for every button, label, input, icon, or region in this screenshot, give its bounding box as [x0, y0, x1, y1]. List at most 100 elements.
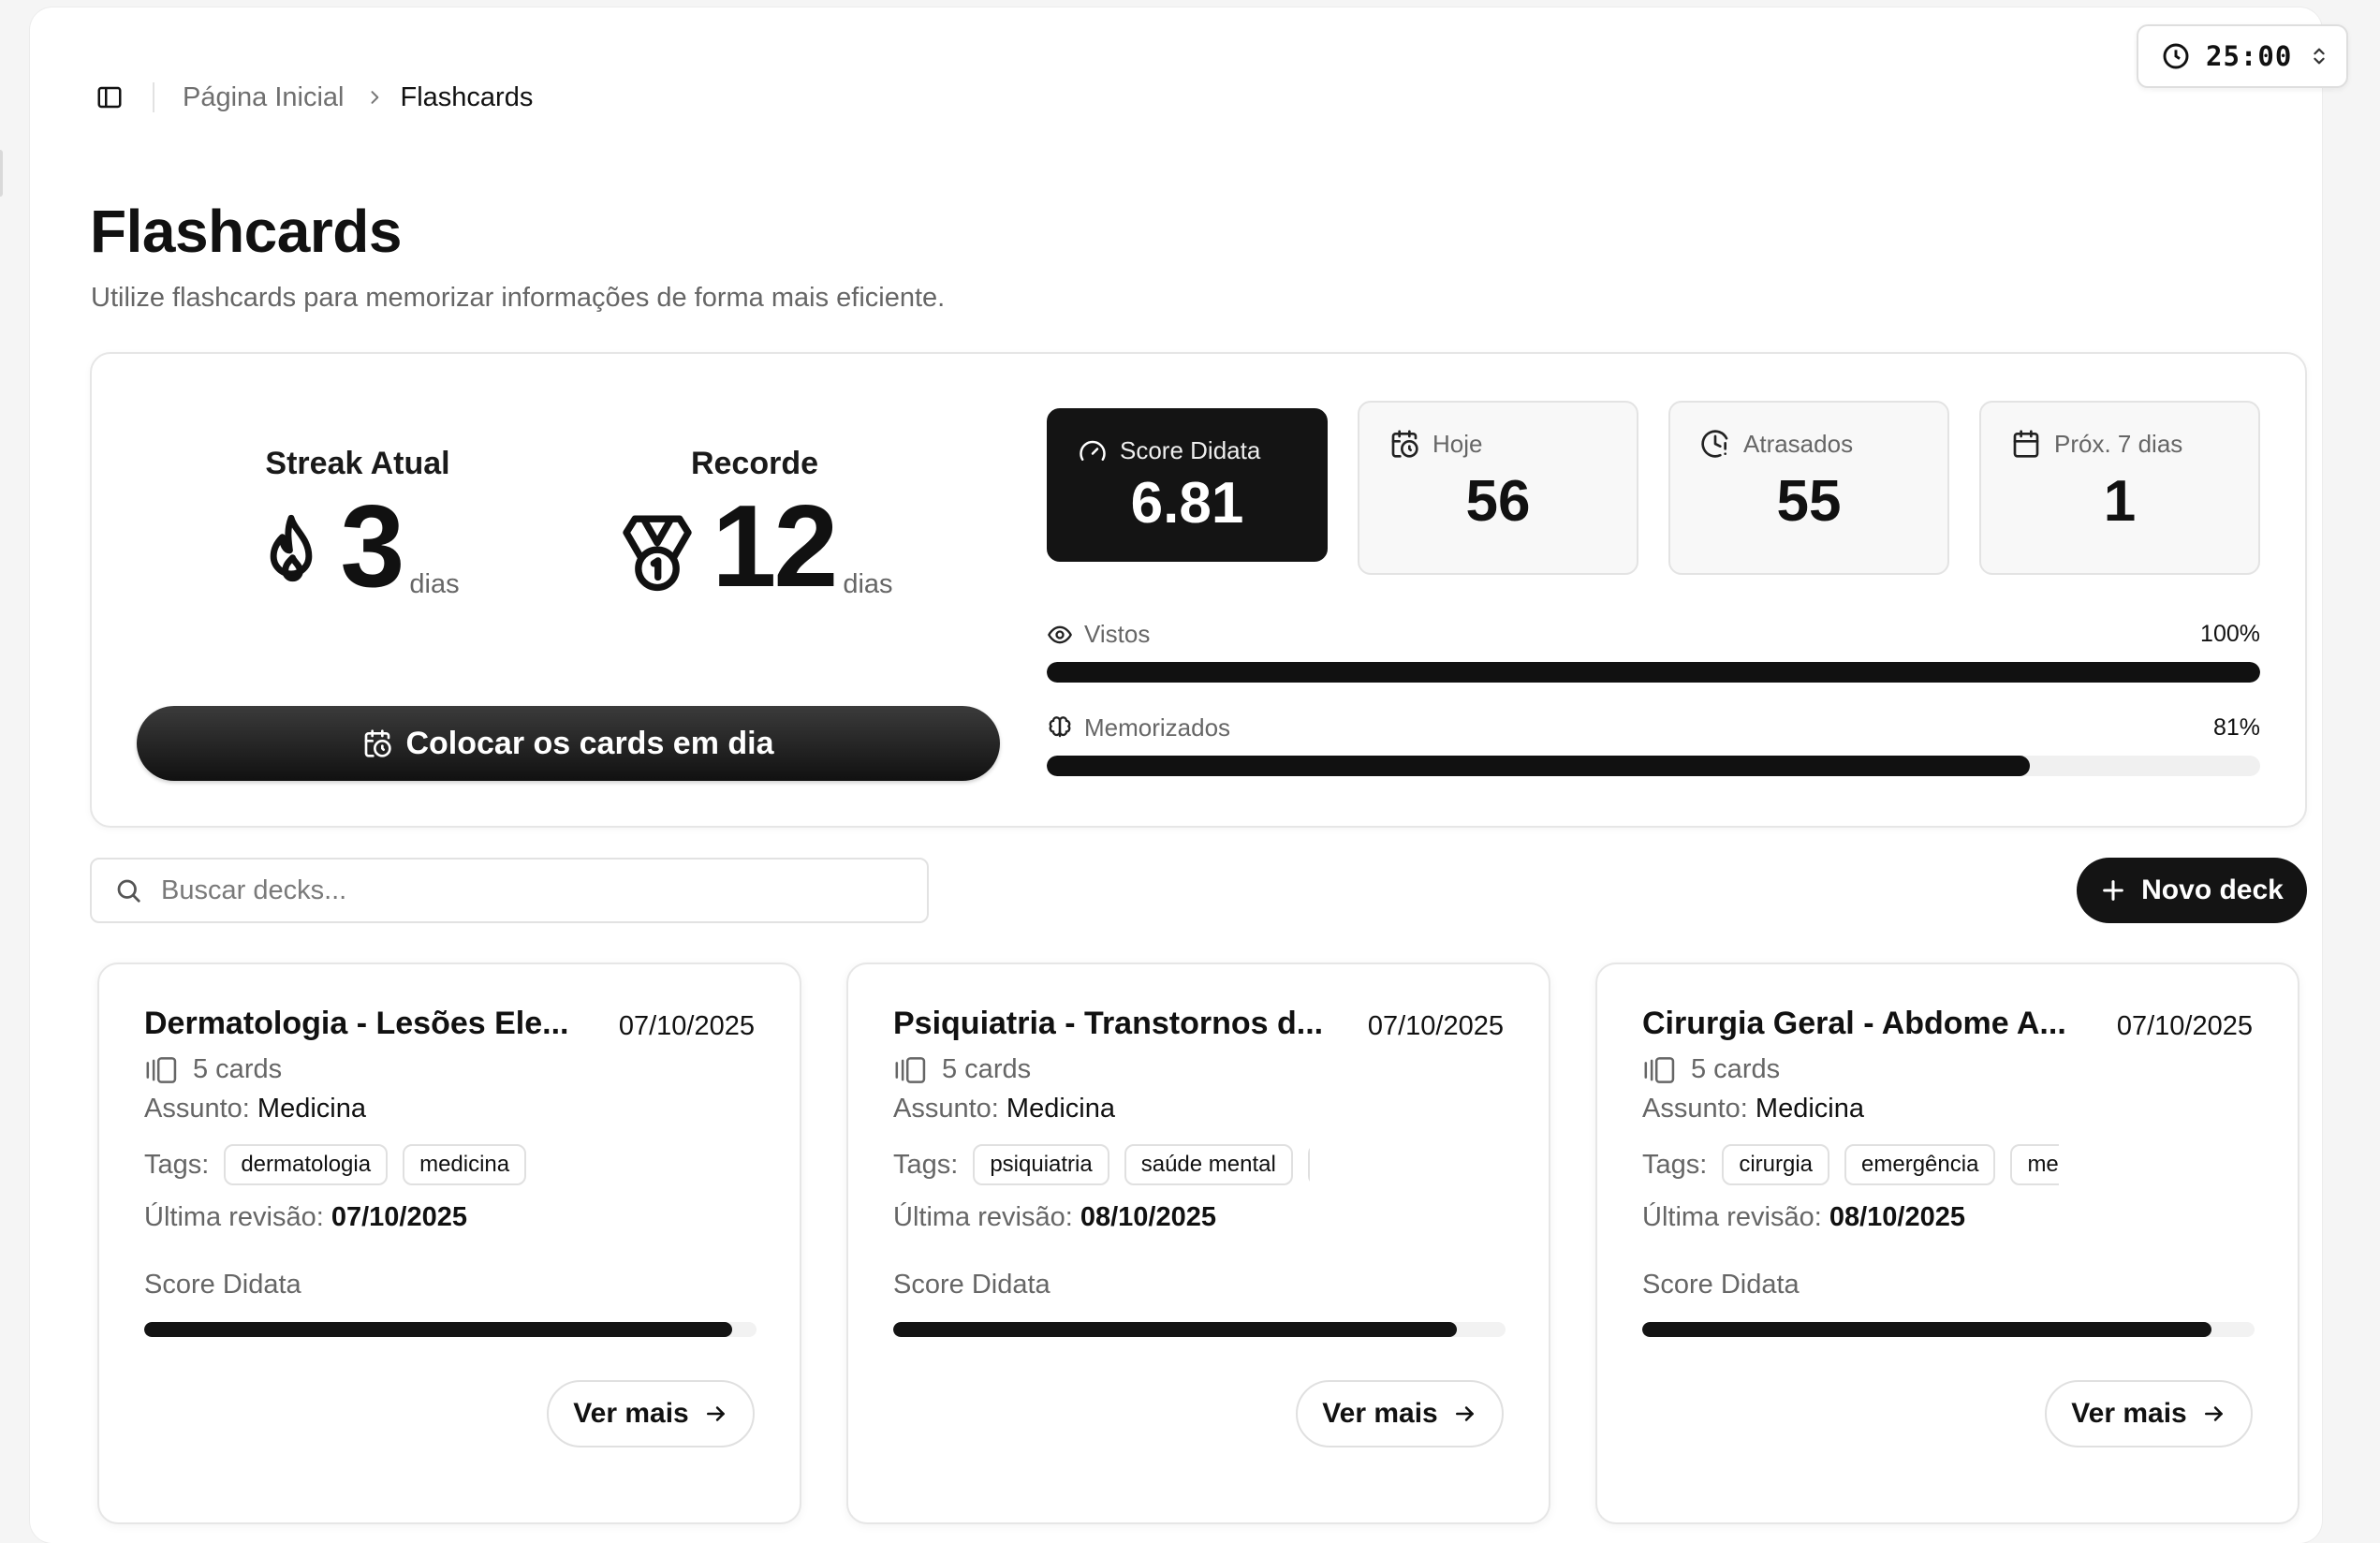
deck-tag: dermatologia — [224, 1144, 389, 1185]
today-card: Hoje 56 — [1358, 401, 1638, 575]
next-7-days-label: Próx. 7 dias — [2054, 429, 2183, 458]
deck-card-count-text: 5 cards — [193, 1054, 283, 1084]
score-didata-card: Score Didata 6.81 — [1047, 408, 1328, 562]
arrow-right-icon — [2204, 1406, 2223, 1421]
deck-score-track — [893, 1322, 1506, 1337]
search-icon — [117, 879, 140, 903]
deck-tag: psiquiatria — [973, 1144, 1109, 1185]
score-didata-label: Score Didata — [1120, 436, 1261, 464]
seen-progress: Vistos 100% — [1047, 620, 2260, 683]
seen-progress-track — [1047, 662, 2260, 683]
cards-stack-icon — [146, 1056, 177, 1083]
deck-subject-value: Medicina — [1006, 1094, 1115, 1124]
memorized-progress-track — [1047, 756, 2260, 776]
deck-tags-label: Tags: — [893, 1149, 959, 1180]
deck-subject: Assunto: Medicina — [893, 1094, 1115, 1124]
plus-icon — [2103, 880, 2123, 901]
today-value: 56 — [1465, 469, 1531, 534]
deck-subject-value: Medicina — [1755, 1094, 1864, 1124]
search-box — [90, 858, 929, 923]
deck-last-review-label: Última revisão: — [1642, 1202, 1822, 1232]
deck-tag: medicina — [1307, 1144, 1310, 1185]
pomodoro-timer[interactable]: 25:00 — [2137, 24, 2348, 88]
deck-title[interactable]: Dermatologia - Lesões Ele... — [144, 1006, 575, 1042]
gauge-icon — [1080, 440, 1106, 461]
timer-value: 25:00 — [2206, 40, 2293, 72]
seen-label: Vistos — [1084, 620, 1151, 648]
breadcrumb: Página Inicial Flashcards — [91, 77, 533, 118]
chevrons-up-down-icon[interactable] — [2309, 42, 2329, 70]
deck-score-track — [144, 1322, 757, 1337]
breadcrumb-home-link[interactable]: Página Inicial — [183, 82, 345, 113]
ver-mais-button[interactable]: Ver mais — [547, 1380, 755, 1447]
new-deck-button[interactable]: Novo deck — [2077, 858, 2307, 923]
divider — [153, 82, 154, 112]
deck-tags: Tags: dermatologia medicina — [144, 1144, 561, 1185]
deck-tags-label: Tags: — [1642, 1149, 1708, 1180]
deck-date: 07/10/2025 — [618, 1011, 755, 1041]
clock-alert-icon — [1701, 430, 1728, 458]
deck-subject: Assunto: Medicina — [144, 1094, 366, 1124]
deck-last-review: Última revisão: 08/10/2025 — [893, 1202, 1216, 1233]
sidebar-toggle-button[interactable] — [91, 79, 128, 116]
ver-mais-label: Ver mais — [573, 1398, 689, 1429]
memorized-progress-fill — [1047, 756, 2030, 776]
deck-score-label: Score Didata — [144, 1270, 301, 1300]
record-streak-unit: dias — [843, 569, 893, 599]
deck-tags-label: Tags: — [144, 1149, 210, 1180]
arrow-right-icon — [706, 1406, 725, 1421]
deck-card: Dermatologia - Lesões Ele... 07/10/2025 … — [97, 963, 801, 1524]
seen-progress-fill — [1047, 662, 2260, 683]
medal-icon — [623, 515, 693, 592]
deck-title[interactable]: Cirurgia Geral - Abdome A... — [1642, 1006, 2073, 1042]
current-streak-unit: dias — [409, 569, 460, 599]
next-7-days-card: Próx. 7 dias 1 — [1979, 401, 2260, 575]
deck-subject-label: Assunto: — [1642, 1094, 1748, 1124]
deck-last-review: Última revisão: 07/10/2025 — [144, 1202, 467, 1233]
deck-tag: emergência — [1844, 1144, 1996, 1185]
brain-icon — [1049, 715, 1071, 737]
ver-mais-label: Ver mais — [1322, 1398, 1438, 1429]
record-streak: Recorde 12 dias — [577, 446, 933, 611]
ver-mais-button[interactable]: Ver mais — [1296, 1380, 1504, 1447]
score-didata-value: 6.81 — [1130, 471, 1244, 536]
deck-subject: Assunto: Medicina — [1642, 1094, 1864, 1124]
deck-subject-value: Medicina — [257, 1094, 366, 1124]
new-deck-label: Novo deck — [2141, 874, 2284, 905]
calendar-clock-icon — [1391, 430, 1418, 458]
deck-card: Cirurgia Geral - Abdome A... 07/10/2025 … — [1595, 963, 2299, 1524]
deck-card-count: 5 cards — [893, 1054, 1031, 1085]
catch-up-cards-button[interactable]: Colocar os cards em dia — [137, 706, 1000, 781]
deck-last-review-label: Última revisão: — [144, 1202, 324, 1232]
deck-last-review-value: 07/10/2025 — [331, 1202, 467, 1232]
deck-tag: cirurgia — [1722, 1144, 1830, 1185]
memorized-label: Memorizados — [1084, 713, 1231, 742]
cards-stack-icon — [1644, 1056, 1675, 1083]
current-streak-label: Streak Atual — [265, 446, 450, 481]
clock-icon — [2163, 43, 2189, 69]
current-streak-value: 3 — [340, 482, 404, 611]
deck-score-fill — [144, 1322, 732, 1337]
deck-score-fill — [893, 1322, 1457, 1337]
deck-date: 07/10/2025 — [2116, 1011, 2253, 1041]
deck-score-fill — [1642, 1322, 2212, 1337]
breadcrumb-current: Flashcards — [400, 81, 534, 112]
record-streak-value: 12 — [712, 482, 838, 611]
deck-tag: saúde mental — [1124, 1144, 1293, 1185]
current-streak: Streak Atual 3 dias — [180, 446, 536, 611]
ver-mais-label: Ver mais — [2071, 1398, 2187, 1429]
deck-card-count-text: 5 cards — [942, 1054, 1032, 1084]
memorized-progress: Memorizados 81% — [1047, 713, 2260, 776]
deck-score-label: Score Didata — [893, 1270, 1050, 1300]
eye-icon — [1048, 625, 1072, 643]
deck-subject-label: Assunto: — [893, 1094, 999, 1124]
ver-mais-button[interactable]: Ver mais — [2045, 1380, 2253, 1447]
search-input[interactable] — [159, 874, 904, 907]
seen-percent: 100% — [2200, 621, 2260, 647]
deck-title[interactable]: Psiquiatria - Transtornos d... — [893, 1006, 1324, 1042]
catch-up-cards-label: Colocar os cards em dia — [405, 725, 774, 761]
deck-subject-label: Assunto: — [144, 1094, 250, 1124]
record-streak-label: Recorde — [690, 446, 819, 481]
cards-stack-icon — [895, 1056, 926, 1083]
deck-card: Psiquiatria - Transtornos d... 07/10/202… — [846, 963, 1550, 1524]
